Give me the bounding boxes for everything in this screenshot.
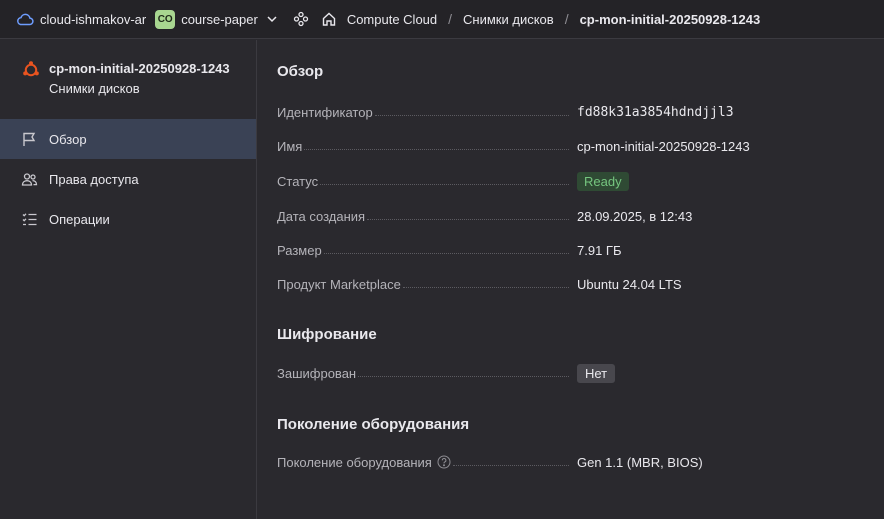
sidebar-item-operations[interactable]: Операции xyxy=(0,199,256,239)
hardware-generation: Gen 1.1 (MBR, BIOS) xyxy=(577,454,703,470)
breadcrumb-separator: / xyxy=(448,11,453,27)
cloud-name: cloud-ishmakov-ar xyxy=(40,11,147,27)
sidebar-nav: Обзор Права доступа Операции xyxy=(0,119,256,239)
top-bar: cloud-ishmakov-ar CO course-paper Comput… xyxy=(0,0,884,39)
detail-row-size: Размер 7.91 ГБ xyxy=(277,240,867,260)
encrypted-badge: Нет xyxy=(577,363,616,383)
folder-badge: CO xyxy=(155,9,176,29)
resource-subtitle: Снимки дисков xyxy=(49,81,140,96)
marketplace-product-link[interactable]: Ubuntu 24.04 LTS xyxy=(577,277,682,292)
detail-label: Зашифрован xyxy=(277,365,357,381)
detail-label: Дата создания xyxy=(277,208,366,224)
dotted-leader xyxy=(367,218,569,220)
sidebar-item-label: Права доступа xyxy=(49,171,139,187)
folder-name: course-paper xyxy=(181,11,258,27)
breadcrumb-separator: / xyxy=(564,11,569,27)
sidebar-item-label: Операции xyxy=(49,211,110,227)
resource-header: cp-mon-initial-20250928-1243 Снимки диск… xyxy=(0,40,256,98)
hardware-title: Поколение оборудования xyxy=(277,416,470,433)
list-icon xyxy=(21,211,38,228)
snapshot-id: fd88k31a3854hdndjjl3 xyxy=(577,104,734,120)
folder-selector[interactable]: CO course-paper xyxy=(146,9,278,29)
dotted-leader xyxy=(323,252,569,254)
breadcrumb-compute-cloud[interactable]: Compute Cloud xyxy=(347,12,437,27)
detail-label: Статус xyxy=(277,173,319,189)
snapshot-name: cp-mon-initial-20250928-1243 xyxy=(577,138,750,154)
cloud-selector[interactable]: cloud-ishmakov-ar xyxy=(16,12,146,27)
detail-row-hardware: Поколение оборудования Gen 1.1 (MBR, BIO… xyxy=(277,452,867,472)
dotted-leader xyxy=(402,286,569,288)
breadcrumb-current: cp-mon-initial-20250928-1243 xyxy=(579,11,761,27)
dotted-leader xyxy=(452,464,569,466)
dotted-leader xyxy=(304,148,569,150)
sidebar: cp-mon-initial-20250928-1243 Снимки диск… xyxy=(0,40,257,519)
detail-row-id: Идентификатор fd88k31a3854hdndjjl3 xyxy=(277,102,867,122)
detail-row-created: Дата создания 28.09.2025, в 12:43 xyxy=(277,206,867,226)
detail-row-marketplace: Продукт Marketplace Ubuntu 24.04 LTS xyxy=(277,274,867,294)
detail-label: Идентификатор xyxy=(277,104,373,120)
users-icon xyxy=(21,171,38,188)
detail-row-name: Имя cp-mon-initial-20250928-1243 xyxy=(277,136,867,156)
detail-label: Размер xyxy=(277,242,322,258)
detail-row-status: Статус Ready xyxy=(277,171,867,191)
sidebar-item-access[interactable]: Права доступа xyxy=(0,159,256,199)
detail-label: Поколение оборудования xyxy=(277,454,432,470)
ubuntu-icon xyxy=(22,61,40,79)
resource-title: cp-mon-initial-20250928-1243 xyxy=(49,61,230,76)
created-date: 28.09.2025, в 12:43 xyxy=(577,208,693,224)
home-icon[interactable] xyxy=(321,11,337,27)
dotted-leader xyxy=(320,183,569,185)
overview-title: Обзор xyxy=(277,63,324,80)
services-icon[interactable] xyxy=(293,11,309,27)
chevron-down-icon[interactable] xyxy=(266,13,278,25)
sidebar-item-overview[interactable]: Обзор xyxy=(0,119,256,159)
detail-label: Имя xyxy=(277,138,303,154)
detail-row-encrypted: Зашифрован Нет xyxy=(277,363,867,383)
dotted-leader xyxy=(374,114,569,116)
help-icon[interactable] xyxy=(437,455,451,469)
dotted-leader xyxy=(358,375,569,377)
encryption-title: Шифрование xyxy=(277,326,377,343)
flag-icon xyxy=(21,131,38,148)
status-badge: Ready xyxy=(577,171,629,191)
snapshot-size: 7.91 ГБ xyxy=(577,242,622,258)
cloud-icon xyxy=(16,12,34,26)
detail-label: Продукт Marketplace xyxy=(277,276,401,292)
sidebar-item-label: Обзор xyxy=(49,131,87,147)
breadcrumb-snapshots[interactable]: Снимки дисков xyxy=(463,12,554,27)
